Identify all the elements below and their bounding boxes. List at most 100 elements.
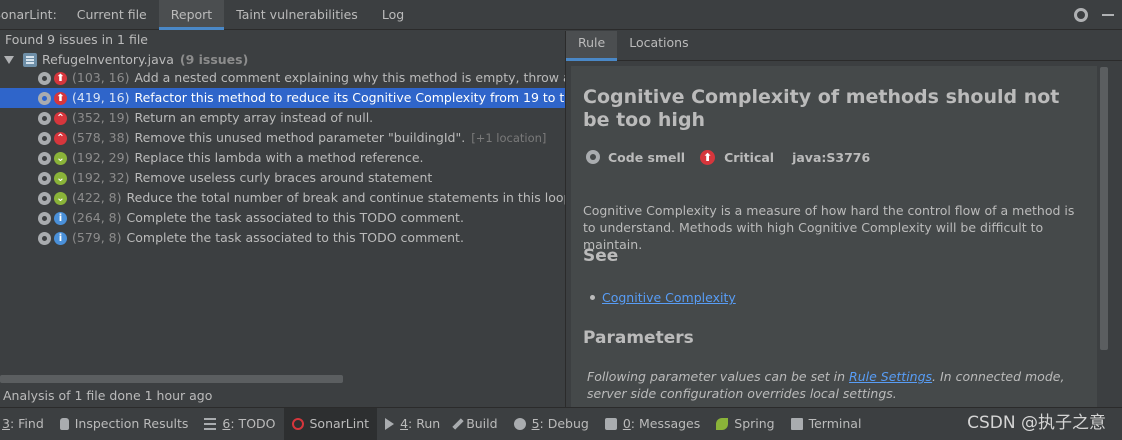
todo-icon [204,418,217,430]
file-issue-count: (9 issues) [179,52,249,67]
gear-icon[interactable] [1074,8,1088,22]
issue-location: (419, 16) [72,90,130,105]
run-icon [385,418,395,430]
severity-minor-icon: ⌄ [54,191,67,205]
file-name: RefugeInventory.java [42,52,174,67]
tab-locations[interactable]: Locations [617,31,700,61]
tab-taint-vulnerabilities[interactable]: Taint vulnerabilities [224,0,370,30]
code-smell-icon [38,211,51,225]
parameters-text: Following parameter values can be set in… [587,368,1087,402]
debug-button[interactable]: 5: Debug [506,408,597,440]
rule-type: Code smell [608,149,686,165]
severity-critical-icon: ⬆ [700,149,716,165]
cognitive-complexity-link[interactable]: Cognitive Complexity [602,290,736,305]
run-button[interactable]: 4: Run [377,408,448,440]
horizontal-scrollbar[interactable] [0,375,343,383]
severity-info-icon: i [54,231,67,245]
rule-meta: Code smell ⬆ Critical java:S3776 [586,148,870,166]
expand-triangle-icon[interactable] [4,56,14,64]
issue-message: Return an empty array instead of null. [134,110,374,125]
tab-rule[interactable]: Rule [566,31,618,61]
code-smell-icon [38,111,51,125]
report-panel: Found 9 issues in 1 file RefugeInventory… [0,31,565,407]
bug-icon [513,418,526,430]
code-smell-icon [38,191,51,205]
issue-message: Refactor this method to reduce its Cogni… [134,90,565,105]
rule-settings-link[interactable]: Rule Settings [849,369,932,384]
messages-label: : Messages [630,416,701,431]
build-button[interactable]: Build [448,408,505,440]
build-label: Build [466,416,498,431]
issue-row[interactable]: ⬆ (419, 16) Refactor this method to reduce… [0,88,565,108]
issue-location: (352, 19) [72,110,130,125]
sonarlint-button[interactable]: SonarLint [283,408,378,440]
debug-label: : Debug [539,416,589,431]
issue-row[interactable]: i (264, 8) Complete the task associated to… [0,208,565,228]
inspection-results-button[interactable]: Inspection Results [52,408,197,440]
todo-label: : TODO [230,416,276,431]
tab-log[interactable]: Log [370,0,416,30]
issue-row[interactable]: ⌃ (578, 38) Remove this unused method para… [0,128,565,148]
severity-minor-icon: ⌄ [54,151,67,165]
terminal-button[interactable]: Terminal [783,408,870,440]
issue-location: (422, 8) [72,190,122,205]
tool-window-header: SonarLint: Current file Report Taint vul… [0,0,1122,30]
severity-critical-icon: ⬆ [54,71,67,85]
hammer-icon [452,418,464,430]
parameters-heading: Parameters [583,328,694,348]
rule-key: java:S3776 [792,149,871,165]
code-smell-icon [38,171,51,185]
run-label: : Run [408,416,441,431]
issue-row[interactable]: ⬆ (103, 16) Add a nested comment explainin… [0,68,565,88]
todo-button[interactable]: 6: TODO [196,408,283,440]
spring-button[interactable]: Spring [708,408,782,440]
sonarlint-label: SonarLint [309,416,370,431]
issue-location: (103, 16) [72,70,130,85]
issue-extra-locations[interactable]: [+1 location] [471,128,546,148]
issue-location: (264, 8) [72,210,122,225]
messages-button[interactable]: 0: Messages [597,408,708,440]
issue-row[interactable]: ⌄ (422, 8) Reduce the total number of brea… [0,188,565,208]
issue-message: Complete the task associated to this TOD… [126,230,464,245]
run-shortcut: 4 [400,416,409,431]
issues-summary: Found 9 issues in 1 file [5,32,148,47]
terminal-label: Terminal [808,416,862,431]
find-label: : Find [9,416,44,431]
messages-shortcut: 0 [622,416,631,431]
issue-location: (578, 38) [72,130,130,145]
tab-current-file[interactable]: Current file [65,0,159,30]
watermark: CSDN @执子之意 [967,413,1106,433]
code-smell-icon [38,151,51,165]
vertical-scrollbar[interactable] [1100,67,1108,350]
debug-shortcut: 5 [531,416,540,431]
issue-message: Reduce the total number of break and con… [126,190,565,205]
minimize-icon[interactable] [1102,14,1114,16]
see-list-item: Cognitive Complexity [590,290,736,305]
issue-row[interactable]: ⌄ (192, 29) Replace this lambda with a met… [0,148,565,168]
find-button[interactable]: 3: Find [0,408,52,440]
messages-icon [604,418,617,430]
issue-location: (192, 29) [72,150,130,165]
issue-message: Complete the task associated to this TOD… [126,210,464,225]
issue-row[interactable]: ⌄ (192, 32) Remove useless curly braces ar… [0,168,565,188]
issue-message: Remove useless curly braces around state… [134,170,433,185]
analysis-status: Analysis of 1 file done 1 hour ago [3,388,213,403]
code-smell-icon [38,231,51,245]
see-heading: See [583,246,619,266]
file-node[interactable]: RefugeInventory.java (9 issues) [0,50,248,70]
rule-description-text: Cognitive Complexity is a measure of how… [583,203,1075,252]
rule-title: Cognitive Complexity of methods should n… [583,86,1060,131]
terminal-icon [790,418,803,430]
rule-description: Cognitive Complexity of methods should n… [571,66,1097,407]
tool-window-bar: 3: Find Inspection Results 6: TODO Sonar… [0,407,1122,440]
issue-row[interactable]: ⌃ (352, 19) Return an empty array instead … [0,108,565,128]
issue-row[interactable]: i (579, 8) Complete the task associated to… [0,228,565,248]
code-smell-icon [38,91,51,105]
todo-shortcut: 6 [222,416,231,431]
parameters-text-start: Following parameter values can be set in [587,369,850,384]
tab-report[interactable]: Report [158,0,225,30]
spring-leaf-icon [716,418,729,430]
issue-message: Replace this lambda with a method refere… [134,150,424,165]
code-smell-icon [38,71,51,85]
severity-info-icon: i [54,211,67,225]
